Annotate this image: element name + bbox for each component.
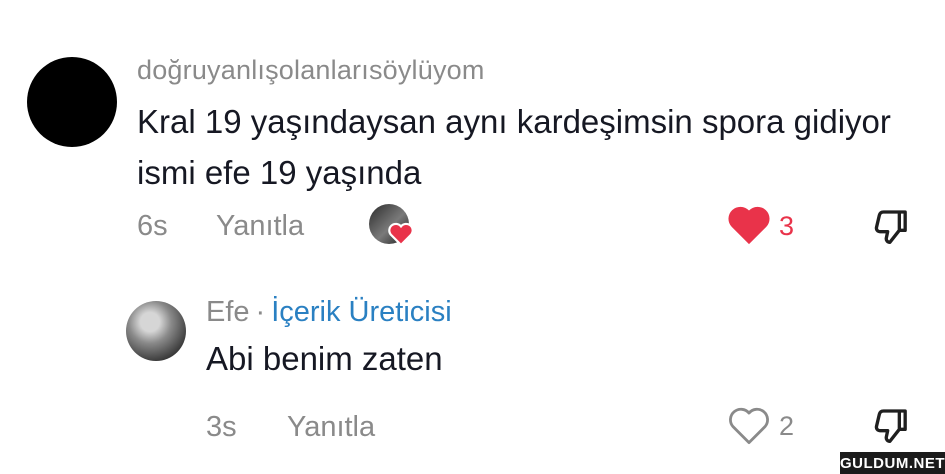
reply-button[interactable]: Yanıtla xyxy=(216,210,304,243)
reply-text: Abi benim zaten xyxy=(206,340,443,377)
watermark-logo: GULDUM.NET xyxy=(840,452,945,474)
comment-time: 6s xyxy=(137,210,168,242)
separator: · xyxy=(255,296,266,328)
reply-avatar[interactable] xyxy=(126,301,186,361)
reply-reply-button[interactable]: Yanıtla xyxy=(287,411,375,444)
reply-header: Efe · İçerik Üreticisi xyxy=(206,296,452,329)
like-count: 3 xyxy=(779,211,795,241)
heart-filled-icon[interactable] xyxy=(727,206,771,246)
reply-like-count: 2 xyxy=(779,411,795,441)
reply-username[interactable]: Efe xyxy=(206,296,250,328)
comment-text: Kral 19 yaşındaysan aynı kardeşimsin spo… xyxy=(137,103,891,191)
avatar[interactable] xyxy=(27,57,117,147)
creator-badge: İçerik Üreticisi xyxy=(271,296,452,328)
creator-liked-heart-icon xyxy=(388,222,414,246)
reply-time: 3s xyxy=(206,411,237,443)
comment-username[interactable]: doğruyanlışolanlarısöylüyom xyxy=(137,55,485,86)
heart-outline-icon[interactable] xyxy=(728,406,770,446)
reply-dislike-icon[interactable] xyxy=(871,406,911,446)
dislike-icon[interactable] xyxy=(871,207,911,247)
